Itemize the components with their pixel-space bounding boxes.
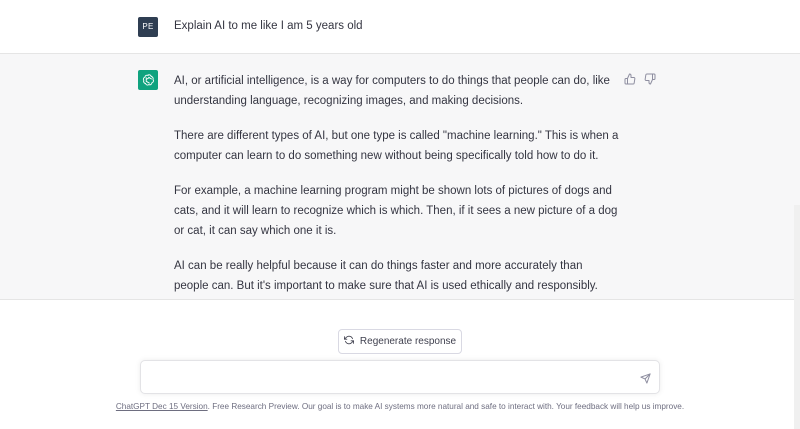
assistant-paragraph: For example, a machine learning program …: [174, 185, 618, 237]
regenerate-response-label: Regenerate response: [359, 336, 457, 347]
message-input[interactable]: [151, 369, 635, 387]
footer-text: . Free Research Preview. Our goal is to …: [207, 402, 685, 411]
feedback-buttons: [624, 72, 656, 85]
assistant-paragraph: AI can be really helpful because it can …: [174, 260, 598, 292]
assistant-message-text: AI, or artificial intelligence, is a way…: [174, 71, 619, 311]
user-avatar: PE: [138, 17, 158, 37]
refresh-icon: [343, 335, 354, 348]
assistant-paragraph: AI, or artificial intelligence, is a way…: [174, 75, 610, 107]
user-message-text: Explain AI to me like I am 5 years old: [174, 20, 363, 32]
chat-page: PE Explain AI to me like I am 5 years ol…: [0, 0, 800, 429]
user-message-row: PE Explain AI to me like I am 5 years ol…: [0, 0, 800, 54]
paper-plane-icon[interactable]: [639, 372, 651, 384]
assistant-paragraph: There are different types of AI, but one…: [174, 130, 619, 162]
footer-disclaimer: ChatGPT Dec 15 Version. Free Research Pr…: [0, 402, 800, 411]
message-composer: [140, 360, 660, 394]
regenerate-response-button[interactable]: Regenerate response: [338, 329, 462, 354]
version-link[interactable]: ChatGPT Dec 15 Version: [116, 402, 208, 411]
openai-logo-icon: [138, 70, 158, 90]
thumbs-up-icon[interactable]: [624, 72, 636, 85]
scrollbar[interactable]: [794, 205, 800, 429]
assistant-message-row: AI, or artificial intelligence, is a way…: [0, 54, 800, 300]
thumbs-down-icon[interactable]: [644, 72, 656, 85]
